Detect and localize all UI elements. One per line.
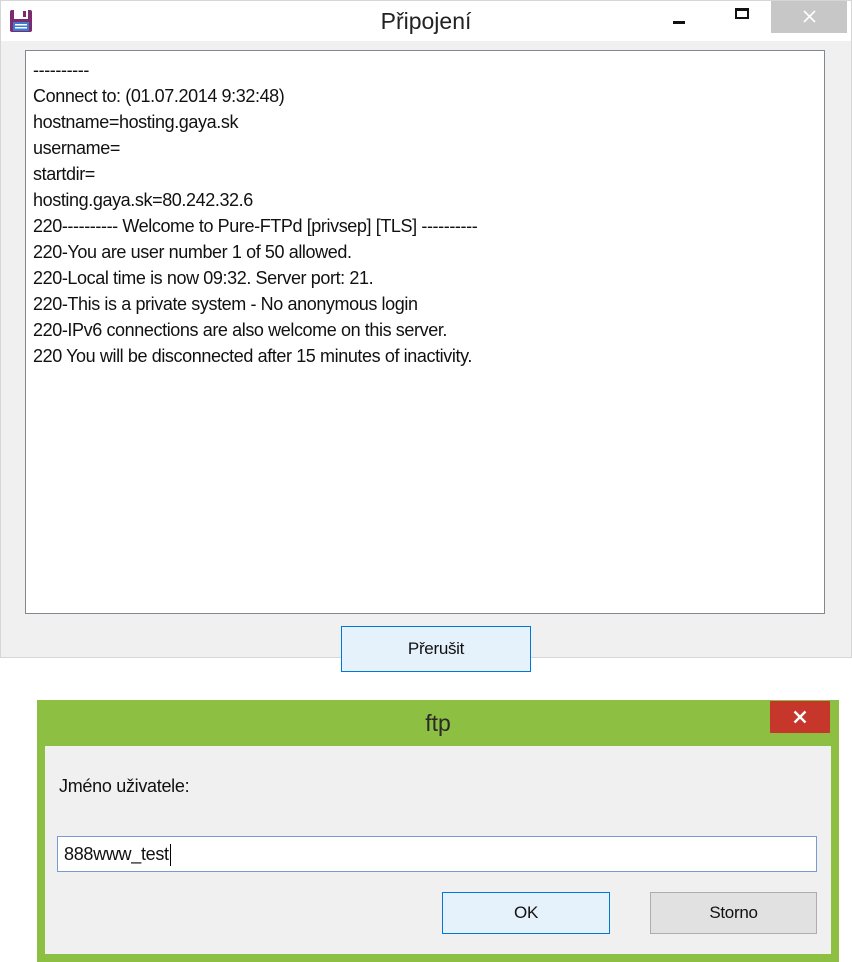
log-line: startdir=: [33, 164, 95, 184]
log-line: username=: [33, 138, 120, 158]
log-line: 220-This is a private system - No anonym…: [33, 294, 418, 314]
log-line: 220-You are user number 1 of 50 allowed.: [33, 242, 352, 262]
cancel-button[interactable]: Storno: [650, 892, 817, 934]
maximize-button[interactable]: [721, 1, 767, 33]
connection-window: Připojení ---------- Connect to: (01.07.…: [0, 0, 852, 658]
dialog-body: Jméno uživatele: 888www_test OK Storno: [45, 746, 831, 954]
close-icon: [802, 10, 816, 23]
maximize-icon: [735, 8, 749, 19]
ftp-dialog: ftp Jméno uživatele: 888www_test OK Stor…: [37, 700, 839, 962]
log-line: 220---------- Welcome to Pure-FTPd [priv…: [33, 216, 478, 236]
minimize-icon: [673, 21, 685, 24]
dialog-title: ftp: [425, 710, 451, 736]
connection-log[interactable]: ---------- Connect to: (01.07.2014 9:32:…: [25, 50, 825, 614]
username-value: 888www_test: [64, 844, 169, 864]
log-line: 220-IPv6 connections are also welcome on…: [33, 320, 448, 340]
log-line: ----------: [33, 60, 89, 80]
log-line: hosting.gaya.sk=80.242.32.6: [33, 190, 253, 210]
text-caret: [169, 844, 171, 867]
minimize-button[interactable]: [656, 1, 702, 33]
close-icon: [793, 710, 807, 724]
interrupt-button[interactable]: Přerušit: [341, 626, 531, 672]
log-line: Connect to: (01.07.2014 9:32:48): [33, 86, 285, 106]
close-button[interactable]: [771, 1, 847, 33]
connection-titlebar[interactable]: Připojení: [1, 1, 851, 41]
log-line: hostname=hosting.gaya.sk: [33, 112, 239, 132]
username-input[interactable]: 888www_test: [57, 836, 817, 872]
log-line: 220 You will be disconnected after 15 mi…: [33, 346, 472, 366]
dialog-close-button[interactable]: [770, 701, 830, 733]
username-label: Jméno uživatele:: [59, 776, 190, 796]
ok-button[interactable]: OK: [442, 892, 610, 934]
log-line: 220-Local time is now 09:32. Server port…: [33, 268, 374, 288]
